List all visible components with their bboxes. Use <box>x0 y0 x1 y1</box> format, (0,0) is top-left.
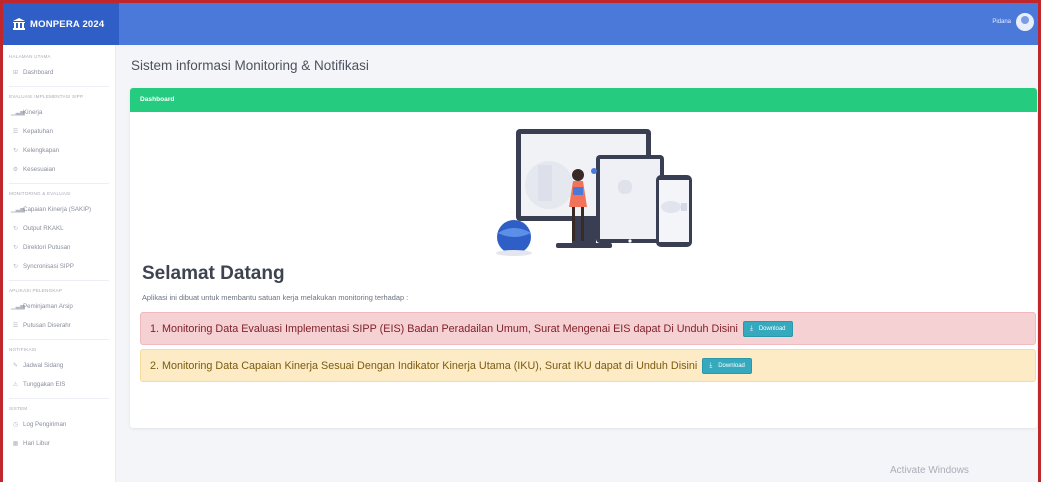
sidebar-section-title: HALAMAN UTAMA <box>9 54 51 59</box>
sidebar-section-title: APLIKASI PELENGKAP <box>9 288 63 293</box>
sidebar-item-direktori-putusan[interactable]: ↻ Direktori Putusan <box>3 238 115 257</box>
app-title: MONPERA 2024 <box>30 18 105 30</box>
gear-icon: ⚙ <box>12 167 19 173</box>
download-icon: ⤓ <box>709 361 713 369</box>
alert-iku: 2. Monitoring Data Capaian Kinerja Sesua… <box>140 349 1036 382</box>
user-name: Pidana <box>992 19 1011 25</box>
user-menu[interactable]: Pidana <box>992 13 1034 31</box>
sidebar-item-syncronisasi-sipp[interactable]: ↻ Syncronisasi SIPP <box>3 257 115 276</box>
dashboard-card: Dashboard Selamat Datang Aplikasi ini di… <box>130 88 1037 428</box>
sidebar-item-kepatuhan[interactable]: ☰ Kepatuhan <box>3 122 115 141</box>
sidebar-item-peminjaman-arsip[interactable]: ▁▃▅ Peminjaman Arsip <box>3 297 115 316</box>
page-title: Sistem informasi Monitoring & Notifikasi <box>131 58 369 73</box>
divider <box>9 183 109 184</box>
sidebar-section-title: SISTEM <box>9 406 28 411</box>
card-header: Dashboard <box>130 88 1037 112</box>
bar-chart-icon: ▁▃▅ <box>11 207 25 213</box>
sidebar-item-log-pengiriman[interactable]: ◷ Log Pengiriman <box>3 415 115 434</box>
sidebar-section-title: NOTIFIKASI <box>9 347 37 352</box>
top-navbar: MONPERA 2024 Pidana <box>3 3 1038 45</box>
bar-chart-icon: ▁▃▅ <box>11 110 25 116</box>
sidebar-item-output-rkakl[interactable]: ↻ Output RKAKL <box>3 219 115 238</box>
bar-chart-icon: ▁▃▅ <box>11 304 25 310</box>
pin-icon: ✎ <box>12 363 19 369</box>
warning-icon: ⚠ <box>12 382 19 388</box>
divider <box>9 280 109 281</box>
refresh-icon: ↻ <box>12 245 19 251</box>
divider <box>9 398 109 399</box>
sidebar-item-kelengkapan[interactable]: ↻ Kelengkapan <box>3 141 115 160</box>
alert-text: 1. Monitoring Data Evaluasi Implementasi… <box>150 322 738 335</box>
welcome-description: Aplikasi ini dibuat untuk membantu satua… <box>142 293 409 302</box>
alert-eis: 1. Monitoring Data Evaluasi Implementasi… <box>140 312 1036 345</box>
list-icon: ☰ <box>12 129 19 135</box>
history-icon: ◷ <box>12 422 19 428</box>
sidebar-item-capaian-kinerja[interactable]: ▁▃▅ Capaian Kinerja (SAKIP) <box>3 200 115 219</box>
grid-icon: ⊞ <box>12 70 19 76</box>
devices-illustration <box>496 129 692 256</box>
refresh-icon: ↻ <box>12 148 19 154</box>
alert-text: 2. Monitoring Data Capaian Kinerja Sesua… <box>150 359 698 372</box>
refresh-icon: ↻ <box>12 226 19 232</box>
sidebar-item-kesesuaian[interactable]: ⚙ Kesesuaian <box>3 160 115 179</box>
welcome-heading: Selamat Datang <box>142 263 285 284</box>
sidebar-item-dashboard[interactable]: ⊞ Dashboard <box>3 63 115 82</box>
activation-watermark: Activate Windows <box>890 465 969 476</box>
divider <box>9 339 109 340</box>
calendar-icon: ▦ <box>12 441 19 447</box>
sidebar-section-title: EVALUASI IMPLEMENTASI SIPP <box>9 94 84 99</box>
download-icon: ⤓ <box>749 324 753 332</box>
building-icon <box>13 18 25 30</box>
sidebar-item-tunggakan-eis[interactable]: ⚠ Tunggakan EIS <box>3 375 115 394</box>
sidebar-section-title: MONITORING & EVALUASI <box>9 191 71 196</box>
download-eis-button[interactable]: ⤓ Download <box>742 320 793 337</box>
download-iku-button[interactable]: ⤓ Download <box>702 357 752 374</box>
list-icon: ☰ <box>12 323 19 329</box>
divider <box>9 86 109 87</box>
sidebar-item-jadwal-sidang[interactable]: ✎ Jadwal Sidang <box>3 356 115 375</box>
avatar[interactable] <box>1016 13 1034 31</box>
refresh-icon: ↻ <box>12 264 19 270</box>
sidebar-item-hari-libur[interactable]: ▦ Hari Libur <box>3 434 115 453</box>
sidebar-item-putusan[interactable]: ☰ Putusan Diserahr <box>3 316 115 335</box>
brand[interactable]: MONPERA 2024 <box>3 3 119 45</box>
sidebar: HALAMAN UTAMA ⊞ Dashboard EVALUASI IMPLEM… <box>3 45 116 482</box>
sidebar-item-kinerja[interactable]: ▁▃▅ Kinerja <box>3 103 115 122</box>
